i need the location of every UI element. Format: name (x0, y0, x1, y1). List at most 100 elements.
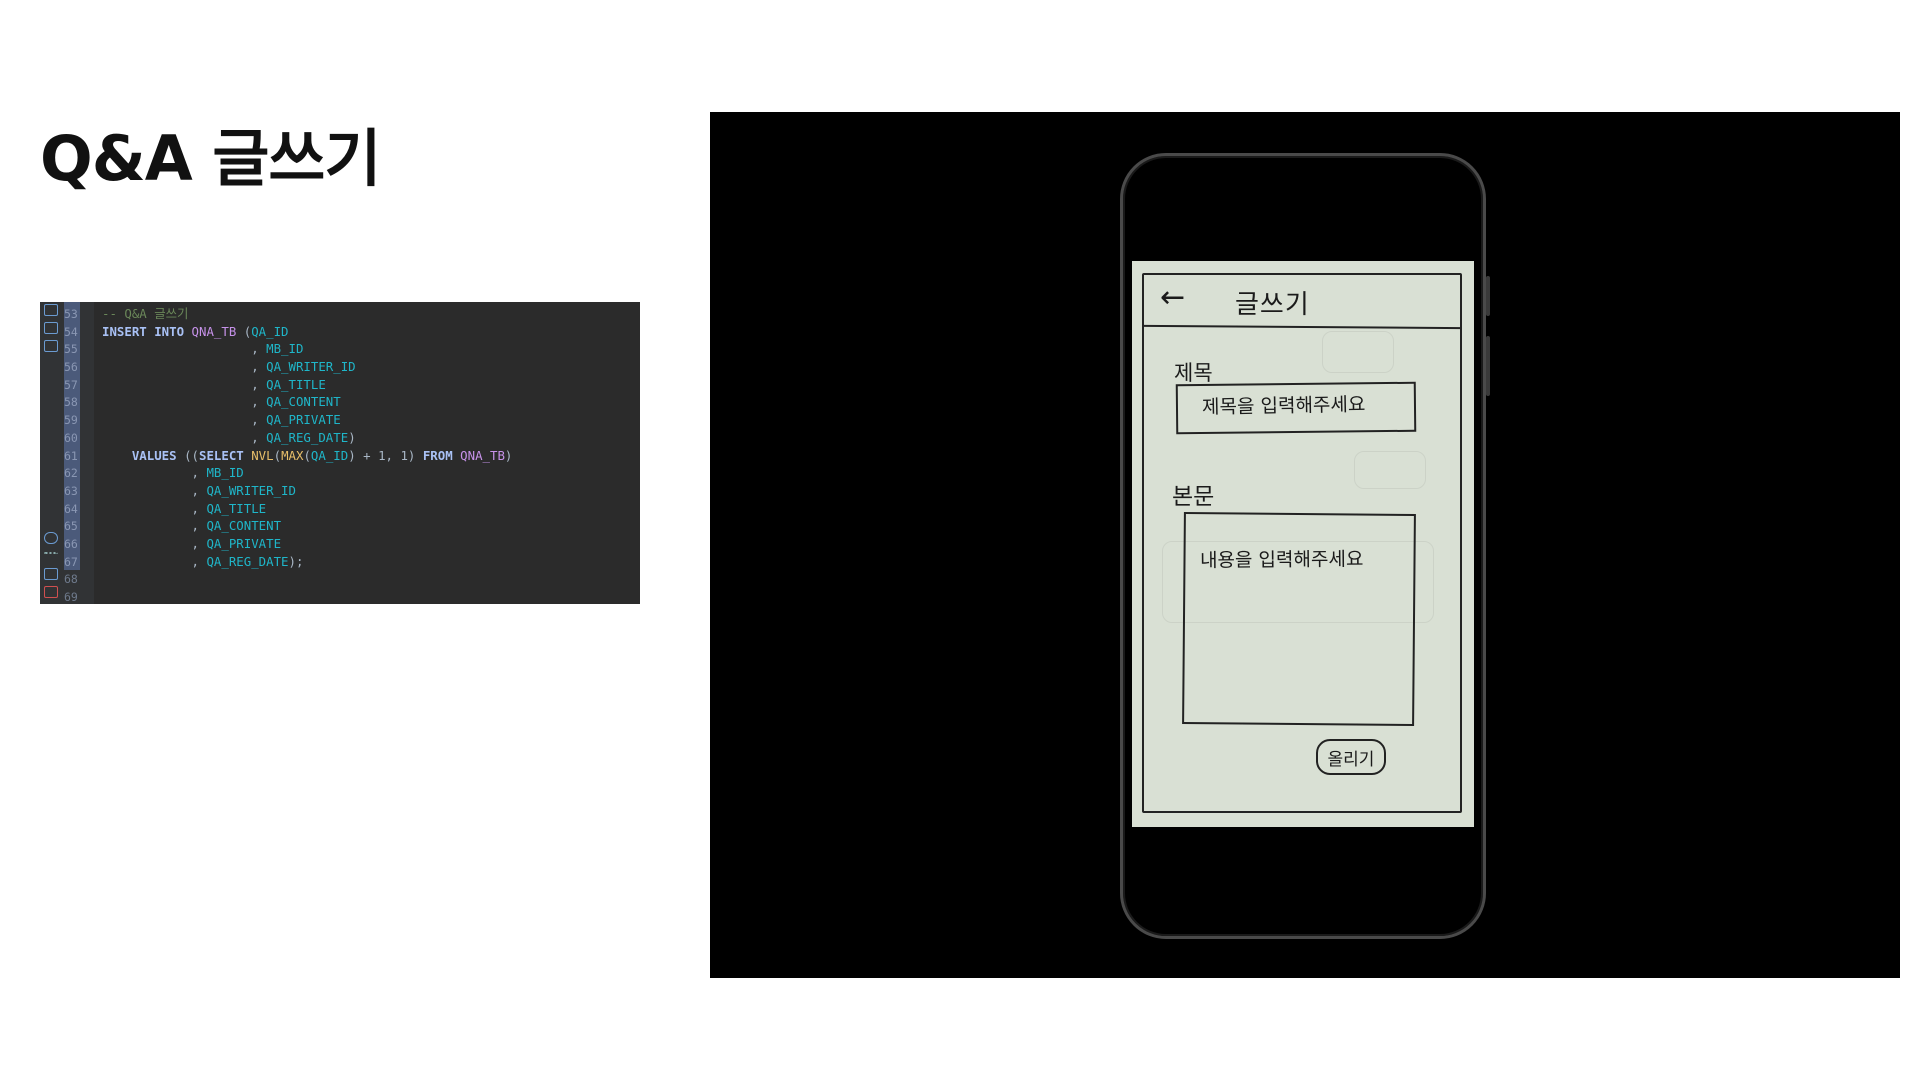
code-line: 68 (64, 570, 512, 588)
line-source: , QA_PRIVATE (102, 412, 341, 427)
body-field-label: 본문 (1172, 484, 1215, 510)
code-line: 67 , QA_REG_DATE); (64, 553, 512, 571)
line-number: 59 (64, 413, 78, 428)
code-token: QA_ID (310, 447, 349, 463)
body-textarea-placeholder: 내용을 입력해주세요 (1199, 548, 1364, 572)
folder-icon (44, 340, 58, 352)
code-token: QNA_TB (191, 323, 237, 339)
line-number: 55 (64, 342, 78, 357)
code-line: 69 (64, 588, 512, 604)
line-number: 68 (64, 572, 78, 587)
code-line: 63 , QA_WRITER_ID (64, 482, 512, 500)
code-editor-screenshot: 53 -- Q&A 글쓰기 54 INSERT INTO QNA_TB (QA_ID 5… (40, 302, 640, 604)
code-line: 66 , QA_PRIVATE (64, 535, 512, 553)
code-token: QA_REG_DATE (206, 553, 289, 569)
code-line: 58 , QA_CONTENT (64, 393, 512, 411)
code-token: QA_PRIVATE (266, 412, 341, 428)
code-token: QA_TITLE (206, 500, 267, 516)
line-number: 64 (64, 501, 78, 516)
code-token: , (102, 465, 207, 481)
line-number: 56 (64, 360, 78, 375)
code-line: 64 , QA_TITLE (64, 500, 512, 518)
code-token: , (102, 412, 267, 428)
code-token: , (102, 535, 207, 551)
line-source: , MB_ID (102, 341, 303, 356)
back-arrow-icon[interactable]: ← (1160, 283, 1185, 313)
code-token: QA_PRIVATE (206, 535, 282, 551)
slide-title: Q&A 글쓰기 (40, 122, 381, 195)
code-token: (( (184, 447, 199, 463)
settings-icon (44, 532, 58, 544)
code-token: , (102, 359, 267, 375)
code-line: 54 INSERT INTO QNA_TB (QA_ID (64, 323, 512, 341)
code-line: 65 , QA_CONTENT (64, 517, 512, 535)
phone-side-button (1486, 276, 1490, 316)
line-number: 63 (64, 483, 78, 498)
line-number: 65 (64, 519, 78, 534)
code-token: , (102, 482, 207, 498)
line-source: VALUES ((SELECT NVL(MAX(QA_ID) + 1, 1) F… (102, 447, 513, 463)
code-line: 56 , QA_WRITER_ID (64, 358, 512, 376)
file-icon (44, 304, 58, 316)
code-token: MAX (281, 447, 304, 463)
line-number: 54 (64, 324, 78, 339)
more-icon (44, 552, 58, 555)
line-source: , MB_ID (102, 465, 244, 480)
code-line: 57 , QA_TITLE (64, 376, 512, 394)
code-token: , (102, 394, 267, 410)
database-icon (44, 322, 58, 334)
line-source: , QA_CONTENT (102, 394, 341, 409)
line-number: 53 (64, 307, 78, 321)
code-token: , (102, 341, 267, 357)
code-token: ) (348, 429, 356, 445)
code-line: 62 , MB_ID (64, 464, 512, 482)
document-icon (44, 568, 58, 580)
line-source: -- Q&A 글쓰기 (102, 306, 188, 321)
mockup-stage: ← 글쓰기 제목 제목을 입력해주세요 본문 내용을 입력해주세요 올리기 (710, 112, 1900, 978)
code-token: FROM (422, 447, 461, 463)
code-token: MB_ID (206, 465, 244, 481)
line-source: , QA_CONTENT (102, 518, 282, 534)
title-field-label: 제목 (1174, 361, 1213, 385)
code-token: QA_REG_DATE (266, 429, 349, 445)
code-token: MB_ID (266, 341, 304, 357)
code-token: ) + 1, 1) (348, 447, 423, 463)
code-token: ( (236, 323, 252, 339)
phone-volume-button (1486, 336, 1490, 396)
code-token: QA_CONTENT (206, 518, 282, 534)
line-number: 66 (64, 536, 78, 551)
code-token: QA_TITLE (266, 376, 326, 392)
line-number: 58 (64, 395, 78, 410)
code-token: -- Q&A 글쓰기 (102, 306, 189, 321)
line-number: 67 (64, 554, 78, 569)
line-number: 62 (64, 466, 78, 481)
line-number: 60 (64, 430, 78, 445)
line-source: , QA_REG_DATE); (102, 553, 304, 569)
code-token: VALUES (102, 447, 185, 463)
sketch-page-title: 글쓰기 (1235, 290, 1310, 320)
code-token: , (102, 553, 207, 569)
code-token: QA_ID (251, 323, 289, 339)
title-input-placeholder: 제목을 입력해주세요 (1201, 393, 1366, 419)
line-source: , QA_WRITER_ID (102, 359, 356, 375)
code-token: , (102, 500, 207, 516)
code-line: 60 , QA_REG_DATE) (64, 429, 512, 447)
code-token: , (102, 376, 267, 392)
code-token: ( (303, 447, 311, 463)
code-token: QA_WRITER_ID (266, 359, 356, 375)
submit-button[interactable]: 올리기 (1316, 739, 1386, 775)
code-token: INSERT INTO (102, 323, 192, 339)
code-token: ( (273, 447, 282, 463)
line-number: 57 (64, 377, 78, 392)
code-text: 53 -- Q&A 글쓰기 54 INSERT INTO QNA_TB (QA_ID 5… (64, 305, 512, 604)
line-source: , QA_TITLE (102, 377, 326, 392)
line-source: , QA_REG_DATE) (102, 429, 356, 445)
code-token: SELECT (198, 447, 252, 463)
code-token: QA_WRITER_ID (206, 482, 296, 498)
line-number: 61 (64, 448, 78, 463)
code-line: 55 , MB_ID (64, 340, 512, 358)
code-token: NVL (251, 447, 274, 463)
line-source: , QA_TITLE (102, 500, 267, 516)
code-line: 53 -- Q&A 글쓰기 (64, 305, 512, 323)
wireframe-sketch: ← 글쓰기 제목 제목을 입력해주세요 본문 내용을 입력해주세요 올리기 (1132, 261, 1474, 827)
